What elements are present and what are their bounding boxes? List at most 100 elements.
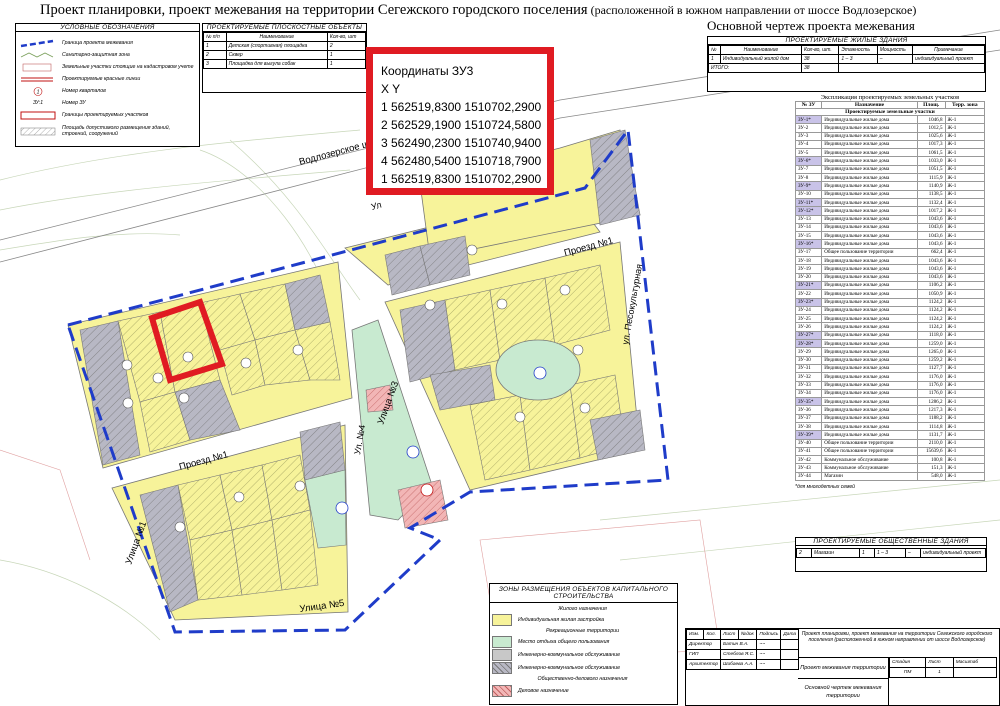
coords-row: 4 562480,5400 1510718,7900 xyxy=(381,154,542,168)
table-cell: 2 xyxy=(796,548,812,558)
table-cell: 1132,4 xyxy=(916,197,946,208)
table-cell: Ж-1 xyxy=(944,297,986,307)
table-row: ЗУ-42 Коммунальное обслуживание 100,8 Ж-1 xyxy=(794,455,986,465)
table-row: ЗУ-29 Индивидуальные жилые дома 1265,0 Ж-1 xyxy=(794,347,986,357)
table-cell: 1127,7 xyxy=(916,363,946,374)
table-cell: ЗУ-10 xyxy=(794,189,823,199)
zone-swatch-rest xyxy=(492,635,512,648)
zone-label: Инженерно-коммунальное обслуживание xyxy=(518,651,621,658)
table-cell: ЗУ-16* xyxy=(794,239,823,249)
table-cell: Ж-1 xyxy=(944,114,986,125)
table-cell: Индивидуальные жилые дома xyxy=(821,239,918,249)
table-cell: 1124,2 xyxy=(916,297,946,307)
table-row: ЗУ-5 Индивидуальные жилые дома 1061,5 Ж-1 xyxy=(794,148,986,158)
table-cell: 1043,6 xyxy=(916,264,946,274)
table-cell: ЗУ-39* xyxy=(794,430,823,440)
table-row: ЗУ-44 Магазин 548,0 Ж-1 xyxy=(794,471,986,482)
table-cell: ЗУ-27* xyxy=(794,330,823,341)
table-row: ЗУ-41 Общее пользование территории 15639,6… xyxy=(794,446,986,457)
table-cell: Индивидуальные жилые дома xyxy=(821,214,918,224)
table-header-cell: Наименование xyxy=(225,32,328,42)
table-cell: Индивидуальные жилые дома xyxy=(821,289,918,299)
table-cell: ЗУ-9* xyxy=(794,181,823,191)
table-cell: ЗУ-36 xyxy=(794,405,823,415)
table-cell: Ж-1 xyxy=(944,347,986,357)
table-cell: ЗУ-38 xyxy=(794,421,823,432)
zone-row: Инженерно-коммунальное обслуживание xyxy=(492,661,620,674)
table-cell: 1114,8 xyxy=(916,421,946,432)
table-cell: Индивидуальные жилые дома xyxy=(821,206,918,216)
table-cell: Индивидуальные жилые дома xyxy=(821,330,918,341)
table-cell: 1 xyxy=(858,548,875,558)
table-cell: ЗУ-44 xyxy=(794,471,823,482)
table-row: ЗУ-31 Индивидуальные жилые дома 1127,7 Ж-1 xyxy=(794,363,986,374)
object-marker xyxy=(335,501,349,515)
table-row: ГИП Стеблов Я.С. ~~ xyxy=(685,649,800,660)
table-cell: Индивидуальные жилые дома xyxy=(821,347,918,357)
table-row: ЗУ-27* Индивидуальные жилые дома 1118,0 Ж-1 xyxy=(794,330,986,341)
table-cell: ЗУ-1* xyxy=(794,114,823,125)
public-buildings-title: ПРОЕКТИРУЕМЫЕ ОБЩЕСТВЕННЫЕ ЗДАНИЯ xyxy=(796,538,986,546)
residential-title: ПРОЕКТИРУЕМЫЕ ЖИЛЫЕ ЗДАНИЯ xyxy=(708,37,985,45)
table-cell: Индивидуальные жилые дома xyxy=(821,421,918,432)
table-header-cell: № п/п xyxy=(203,32,227,42)
table-cell: 1017,3 xyxy=(916,139,946,150)
table-row: Архитектор Шибаева А.А. ~~ xyxy=(685,659,800,670)
table-cell: Общее пользование территории xyxy=(821,446,918,457)
table-cell: 38 xyxy=(800,63,840,73)
table-cell: Индивидуальные жилые дома xyxy=(821,430,918,440)
table-cell: Детская (спортивная) площадка xyxy=(225,41,328,51)
table-cell: ЗУ-31 xyxy=(794,363,823,374)
table-cell: ЗУ-23* xyxy=(794,297,823,307)
table-cell: Индивидуальный жилой дом xyxy=(719,54,803,64)
zone-swatch-business xyxy=(492,684,512,697)
table-cell: 1124,2 xyxy=(916,305,946,316)
table-cell: 1043,6 xyxy=(916,231,946,241)
stamp-project: Проект планировки, проект межевания на т… xyxy=(801,631,993,643)
table-cell: 1124,2 xyxy=(916,314,946,324)
building-area-icon xyxy=(20,127,56,135)
table-cell: ЗУ-19 xyxy=(794,264,823,274)
table-cell: ЗУ-18 xyxy=(794,256,823,266)
table-header-cell: Мощность xyxy=(876,45,914,55)
table-cell: ЗУ-28* xyxy=(794,338,823,349)
table-header-cell: Площ. xyxy=(916,101,946,109)
zone-swatch-indiv xyxy=(492,613,512,626)
object-marker xyxy=(420,483,434,497)
table-cell: ПМ xyxy=(888,667,927,678)
legend-row: Земельные участки стоящие на кадастровом… xyxy=(16,61,194,73)
table-cell: ИТОГО: xyxy=(708,63,802,73)
table-cell: Индивидуальные жилые дома xyxy=(821,189,918,199)
coords-row: 3 562490,2300 1510740,9400 xyxy=(381,136,542,150)
table-cell: 1106,2 xyxy=(916,280,946,291)
explication-table: № ЗУ Назначение Площ. Терр. зона Проекти… xyxy=(794,101,986,482)
table-cell: Общее пользование территории xyxy=(821,247,918,258)
table-cell: 1188,2 xyxy=(916,413,946,424)
coordinates-callout: Координаты ЗУ3 X Y 1 562519,8300 1510702… xyxy=(366,47,554,195)
table-header-cell: Масштаб xyxy=(952,657,998,668)
table-cell: Ж-1 xyxy=(944,156,986,166)
table-cell: 1046,8 xyxy=(916,114,946,125)
table-cell: ЗУ-41 xyxy=(794,446,823,457)
zone-category: Общественно-делового назначения xyxy=(537,676,628,682)
table-cell: Магазин xyxy=(810,548,860,558)
table-cell: Ж-1 xyxy=(944,206,986,216)
table-cell: Индивидуальные жилые дома xyxy=(821,148,918,158)
table-cell: 1051,5 xyxy=(916,164,946,175)
table-row: ЗУ-37 Индивидуальные жилые дома 1188,2 Ж-1 xyxy=(794,413,986,424)
table-cell: – xyxy=(876,54,914,64)
zone-row: Инженерно-коммунальное обслуживание xyxy=(492,648,620,661)
legend-label: Санитарно-защитная зона xyxy=(62,52,130,58)
table-cell: Сквер xyxy=(225,50,328,60)
table-cell: Ж-1 xyxy=(944,380,986,390)
table-cell: ЗУ-2 xyxy=(794,123,823,133)
legend-row: ЗУ:1 Номер ЗУ xyxy=(16,97,86,109)
cadastral-icon xyxy=(22,63,52,71)
boundary-icon xyxy=(20,39,54,47)
table-cell: Ж-1 xyxy=(944,372,986,382)
table-cell: Ж-1 xyxy=(944,164,986,175)
table-cell: Шибаева А.А. xyxy=(720,659,758,670)
zone-label: Место отдыха общего пользования xyxy=(518,638,610,645)
table-cell: Ж-1 xyxy=(944,197,986,208)
table-cell: 1 xyxy=(708,54,721,64)
